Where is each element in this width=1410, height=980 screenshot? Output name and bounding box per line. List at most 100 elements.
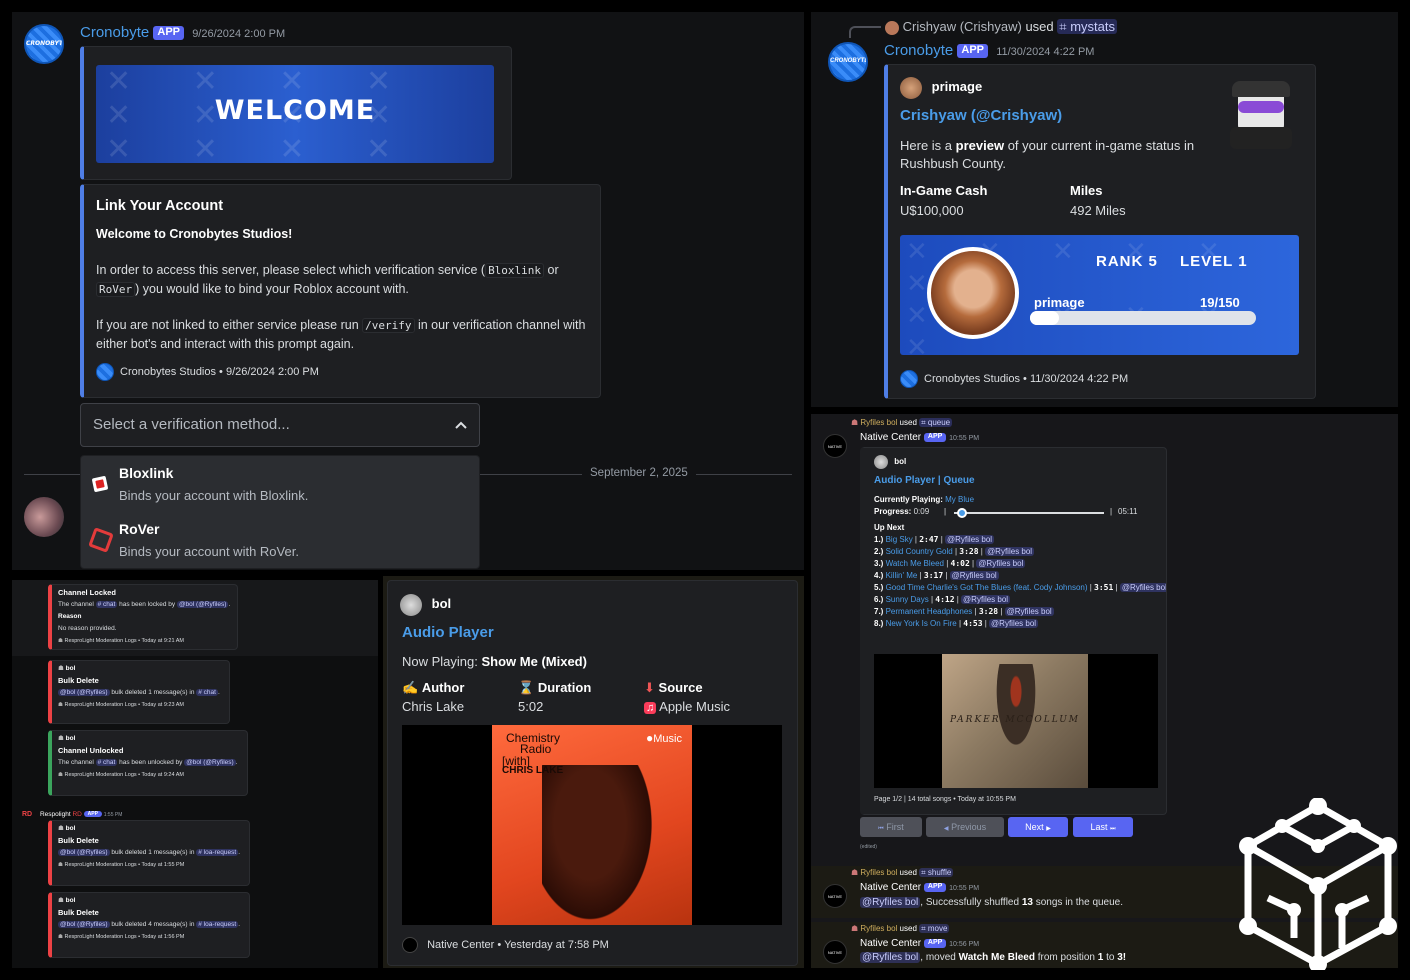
rank-card: ✕ ✕ ✕ ✕ ✕ ✕ ✕✕ ✕ ✕ ✕ ✕ ✕✕ ✕ ✕ ✕ ✕ ✕ ✕ RA… <box>900 235 1299 355</box>
divider-date: September 2, 2025 <box>582 467 696 479</box>
app-badge: APP <box>957 44 989 58</box>
next-button[interactable]: Next ▶ <box>1008 817 1068 837</box>
now-playing: Now Playing: Show Me (Mixed) <box>402 654 587 669</box>
footer-avatar <box>900 370 918 388</box>
option-rover[interactable]: RoVer Binds your account with RoVer. <box>81 512 479 568</box>
song-link[interactable]: Permanent Headphones <box>886 607 973 616</box>
user-mention[interactable]: @Ryfiles bol <box>860 897 921 908</box>
up-next-label: Up Next <box>874 523 905 532</box>
user-avatar[interactable] <box>24 497 64 537</box>
option-label: Bloxlink <box>119 465 174 481</box>
respolight-avatar: RD <box>22 811 33 818</box>
queue-title[interactable]: Audio Player | Queue <box>874 475 975 487</box>
chevron-up-icon[interactable] <box>455 420 467 430</box>
rank-username: primage <box>1034 295 1085 310</box>
app-badge: APP <box>153 26 185 40</box>
log-bulk-delete-3: ☗ bol Bulk Delete @bol (@Ryfiles) bulk d… <box>48 892 250 958</box>
panel-mystats: Crishyaw (Crishyaw) used ⌗ mystats CRONO… <box>811 12 1398 407</box>
option-desc: Binds your account with Bloxlink. <box>119 488 309 503</box>
timestamp: 9/26/2024 2:00 PM <box>192 28 286 40</box>
panel-audio-player: bol Audio Player Now Playing: Show Me (M… <box>383 576 804 968</box>
native-center-avatar[interactable]: NATIVE <box>823 884 847 908</box>
bot-name[interactable]: Cronobyte <box>884 42 953 59</box>
author-avatar <box>400 594 422 616</box>
queue-item: 5.) Good Time Charlie's Got The Blues (f… <box>874 583 1167 592</box>
reply-context: ☗ Ryfiles bol used ⌗ queue <box>851 418 953 427</box>
option-bloxlink[interactable]: Bloxlink Binds your account with Bloxlin… <box>81 456 479 512</box>
field-author: ✍ Author Chris Lake <box>402 680 465 714</box>
rank-xp: 19/150 <box>1200 295 1240 310</box>
song-link[interactable]: Sunny Days <box>886 595 929 604</box>
pen-icon: ✍ <box>402 680 419 695</box>
xp-track <box>1030 311 1256 325</box>
download-icon: ⬇ <box>644 680 655 695</box>
first-icon: ⏮ <box>878 826 884 832</box>
bot-name[interactable]: Cronobyte <box>80 24 149 41</box>
native-center-avatar[interactable]: NATIVE <box>823 434 847 458</box>
audio-player-embed: bol Audio Player Now Playing: Show Me (M… <box>387 580 798 966</box>
queue-item: 6.) Sunny Days | 4:12 | @Ryfiles bol <box>874 595 1011 604</box>
embed-title[interactable]: Audio Player <box>402 624 494 641</box>
user-mention[interactable]: @Ryfiles bol <box>985 547 1035 556</box>
next-icon: ▶ <box>1046 826 1051 832</box>
timestamp: 11/30/2024 4:22 PM <box>996 46 1095 58</box>
hourglass-icon: ⌛ <box>518 680 535 695</box>
native-center-avatar[interactable]: NATIVE <box>823 940 847 964</box>
code-rover: RoVer <box>96 282 136 297</box>
user-mention[interactable]: @Ryfiles bol <box>1004 607 1054 616</box>
banner-title: WELCOME <box>214 95 376 126</box>
link-account-embed: Link Your Account Welcome to Cronobytes … <box>80 184 601 398</box>
code-bloxlink: Bloxlink <box>485 263 545 278</box>
command-shuffle[interactable]: ⌗ shuffle <box>919 868 954 877</box>
cronobyte-avatar[interactable]: CRONOBYTES <box>828 42 868 82</box>
embed-title[interactable]: Crishyaw (@Crishyaw) <box>900 107 1062 124</box>
last-icon: ⏭ <box>1110 826 1116 832</box>
select-placeholder: Select a verification method... <box>93 416 290 433</box>
last-button[interactable]: Last ⏭ <box>1073 817 1133 837</box>
user-mention[interactable]: @Ryfiles bol <box>976 559 1026 568</box>
field-duration: ⌛ Duration 5:02 <box>518 680 592 714</box>
option-label: RoVer <box>119 521 160 537</box>
level-label: LEVEL 1 <box>1180 253 1248 270</box>
footer-avatar <box>96 363 114 382</box>
code-verify: /verify <box>362 318 415 333</box>
user-mention[interactable]: @Ryfiles bol <box>860 952 921 963</box>
embed-footer: Native Center • Yesterday at 7:58 PM <box>402 937 609 953</box>
song-link[interactable]: Solid Country Gold <box>886 547 953 556</box>
cube-logo-icon <box>1239 798 1397 970</box>
previous-icon: ◀ <box>943 826 949 832</box>
verification-select[interactable]: Select a verification method... <box>80 403 480 447</box>
command-move[interactable]: ⌗ move <box>919 924 950 933</box>
embed-subtitle: Welcome to Cronobytes Studios! <box>96 227 293 241</box>
progress-row: Progress: 0:09 | | 05:11 <box>874 507 1138 518</box>
song-link[interactable]: Big Sky <box>886 535 913 544</box>
embed-paragraph-1: In order to access this server, please s… <box>96 263 559 297</box>
queue-item: 7.) Permanent Headphones | 3:28 | @Ryfil… <box>874 607 1054 616</box>
user-mention[interactable]: @Ryfiles bol <box>949 571 999 580</box>
queue-cover: PARKER MCCOLLUM <box>942 654 1088 788</box>
user-mention[interactable]: @Ryfiles bol <box>961 595 1011 604</box>
queue-item: 2.) Solid Country Gold | 3:28 | @Ryfiles… <box>874 547 1035 556</box>
welcome-banner: ✕ ✕ ✕ ✕ ✕ ✕ ✕ ✕✕ ✕ ✕ ✕ ✕ ✕ ✕✕ ✕ ✕ ✕ ✕ ✕ … <box>96 65 494 163</box>
cronobyte-avatar[interactable]: CRONOBYTES <box>24 24 64 64</box>
album-cover: Chemistry Radio [with] CHRIS LAKE ●Music <box>492 725 692 925</box>
log-bulk-delete-1: ☗ bol Bulk Delete @bol (@Ryfiles) bulk d… <box>48 660 230 724</box>
song-link[interactable]: Watch Me Bleed <box>886 559 944 568</box>
previous-button[interactable]: ◀ Previous <box>926 817 1004 837</box>
song-link[interactable]: Killin' Me <box>886 571 918 580</box>
mystats-embed: primage Crishyaw (@Crishyaw) Here is a p… <box>884 64 1316 399</box>
queue-footer: Page 1/2 | 14 total songs • Today at 10:… <box>874 796 1016 803</box>
user-mention[interactable]: @Ryfiles bol <box>945 535 995 544</box>
command-mystats[interactable]: ⌗ mystats <box>1057 19 1117 34</box>
song-link[interactable]: Good Time Charlie's Got The Blues (feat.… <box>886 583 1088 592</box>
song-link[interactable]: New York Is On Fire <box>886 619 957 628</box>
first-button[interactable]: ⏮ First <box>860 817 922 837</box>
rank-label: RANK 5 <box>1096 253 1158 270</box>
field-miles: Miles 492 Miles <box>1070 183 1126 218</box>
reply-avatar <box>885 20 899 35</box>
message-header: Cronobyte APP 9/26/2024 2:00 PM <box>80 24 285 41</box>
user-mention[interactable]: @Ryfiles bol <box>1119 583 1166 592</box>
queue-cover-frame: PARKER MCCOLLUM <box>874 654 1158 788</box>
user-mention[interactable]: @Ryfiles bol <box>989 619 1039 628</box>
field-source: ⬇ Source ♫ Apple Music <box>644 680 730 714</box>
